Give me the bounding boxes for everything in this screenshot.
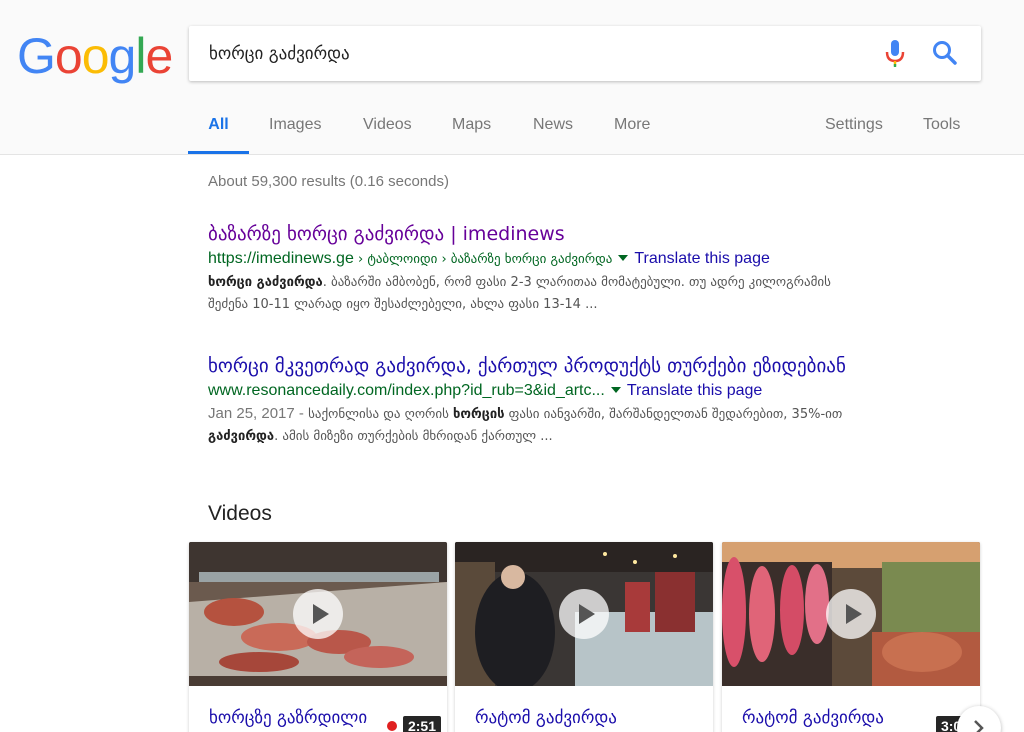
result-title-link[interactable]: ხორცი მკვეთრად გაძვირდა, ქართულ პროდუქტს…: [208, 353, 968, 379]
video-title[interactable]: ხორცზე გაზრდილი: [209, 708, 367, 728]
result-url-domain: https://imedinews.ge: [208, 250, 354, 267]
tab-news[interactable]: News: [533, 105, 573, 154]
logo-letter: o: [81, 28, 110, 84]
logo-letter: G: [17, 28, 56, 84]
result-title-link[interactable]: ბაზარზე ხორცი გაძვირდა | imedinews: [208, 221, 968, 247]
result-url-domain: www.resonancedaily.com/index.php?id_rub=…: [208, 382, 605, 399]
snippet-text: . ბაზარში ამბობენ, რომ ფასი 2-3 ლარითაა …: [322, 275, 831, 290]
video-card[interactable]: 3:04 რატომ გაძვირდა: [722, 542, 980, 732]
dropdown-arrow-icon[interactable]: [618, 254, 629, 261]
result-snippet: Jan 25, 2017 - საქონლისა და ღორის ხორცის…: [208, 403, 968, 448]
result-stats: About 59,300 results (0.16 seconds): [208, 173, 449, 190]
dropdown-arrow-icon[interactable]: [610, 386, 621, 393]
tab-settings[interactable]: Settings: [825, 105, 883, 154]
record-indicator-icon: [387, 721, 397, 731]
videos-heading: Videos: [208, 502, 272, 525]
search-result: ხორცი მკვეთრად გაძვირდა, ქართულ პროდუქტს…: [208, 353, 968, 448]
snippet-highlight: ხორცი გაძვირდა: [208, 275, 323, 290]
logo-letter: e: [145, 28, 173, 84]
snippet-text: შეძენა 10-11 ლარად იყო შესაძლებელი, ახლა…: [208, 297, 598, 312]
search-tabs: All Images Videos Maps News More Setting…: [0, 105, 1024, 155]
play-icon[interactable]: [559, 589, 609, 639]
microphone-icon[interactable]: [883, 38, 907, 70]
video-duration: 2:51: [402, 716, 441, 732]
play-icon[interactable]: [293, 589, 343, 639]
chevron-right-icon: [974, 720, 984, 732]
snippet-highlight: ხორცის: [453, 407, 505, 422]
logo-letter: o: [54, 28, 83, 84]
video-title[interactable]: რატომ გაძვირდა: [475, 708, 617, 728]
header: Google All Images Videos Maps News More …: [0, 0, 1024, 155]
result-snippet: ხორცი გაძვირდა. ბაზარში ამბობენ, რომ ფას…: [208, 272, 968, 316]
result-date: Jan 25, 2017 -: [208, 405, 309, 422]
search-input[interactable]: [209, 26, 849, 81]
video-card[interactable]: რატომ გაძვირდა: [455, 542, 713, 732]
tab-maps[interactable]: Maps: [452, 105, 491, 154]
tab-all[interactable]: All: [188, 105, 249, 154]
video-title[interactable]: რატომ გაძვირდა: [742, 708, 884, 728]
logo-letter: l: [135, 28, 146, 84]
snippet-highlight: გაძვირდა: [208, 429, 275, 444]
tab-videos[interactable]: Videos: [363, 105, 412, 154]
search-box: [189, 26, 981, 81]
result-url: www.resonancedaily.com/index.php?id_rub=…: [208, 379, 968, 403]
search-icon[interactable]: [931, 39, 959, 67]
tab-images[interactable]: Images: [269, 105, 321, 154]
google-logo[interactable]: Google: [17, 28, 173, 84]
result-url: https://imedinews.ge › ტაბლოიდი › ბაზარზ…: [208, 247, 968, 272]
snippet-text: საქონლისა და ღორის: [308, 407, 454, 422]
video-card[interactable]: 2:51 ხორცზე გაზრდილი: [189, 542, 447, 732]
snippet-text: ფასი იანვარში, შარშანდელთან შედარებით, 3…: [504, 407, 843, 422]
play-icon[interactable]: [826, 589, 876, 639]
translate-link[interactable]: Translate this page: [627, 382, 762, 399]
search-result: ბაზარზე ხორცი გაძვირდა | imedinews https…: [208, 221, 968, 316]
translate-link[interactable]: Translate this page: [634, 250, 769, 267]
snippet-text: . ამის მიზეზი თურქების მხრიდან ქართულ ..…: [274, 429, 553, 444]
tab-more[interactable]: More: [614, 105, 650, 154]
result-url-breadcrumb: › ტაბლოიდი › ბაზარზე ხორცი გაძვირდა: [353, 252, 613, 267]
logo-letter: g: [108, 28, 137, 84]
tab-tools[interactable]: Tools: [923, 105, 960, 154]
